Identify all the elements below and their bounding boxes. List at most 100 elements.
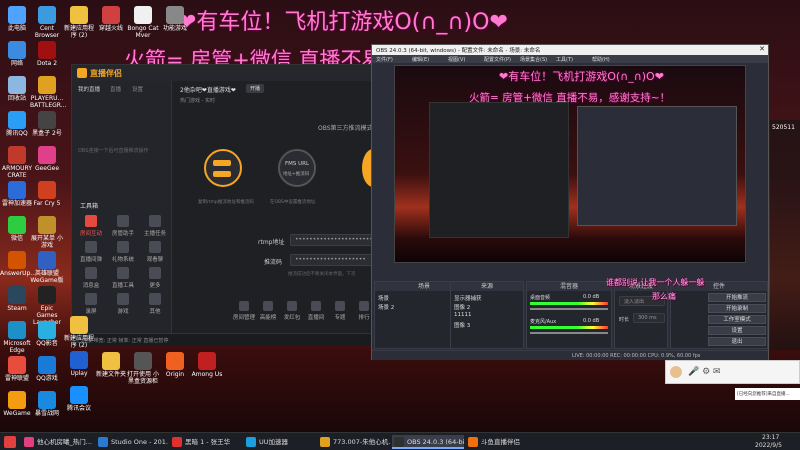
tab-settings[interactable]: 设置 — [132, 85, 143, 93]
tool-label: 录屏 — [85, 309, 97, 315]
scene-item[interactable]: 场景 2 — [378, 303, 394, 311]
desktop-icon[interactable]: WeGame — [0, 391, 34, 417]
obs-menu-item[interactable]: 工具(T) — [556, 56, 573, 63]
bottom-tool-button[interactable]: 直播间 — [304, 301, 328, 321]
desktop-icon[interactable]: Among Us — [190, 352, 224, 378]
tool-button[interactable]: 直播间弹 — [78, 241, 104, 263]
tool-button[interactable]: 游戏 — [110, 293, 136, 315]
tool-button[interactable]: 更多 — [142, 267, 168, 289]
obs-control-button[interactable]: 工作室模式 — [708, 315, 766, 324]
obs-menu-item[interactable]: 帮助(H) — [592, 56, 610, 63]
step-node-1 — [204, 149, 242, 187]
desktop-icon[interactable]: AnswerUp... — [0, 251, 36, 277]
desktop-icon-label: Cent Browser — [34, 25, 60, 39]
im-toast[interactable]: 🎤 ⚙ ✉ — [665, 360, 800, 384]
desktop-icon[interactable]: 暴雪战网 — [30, 391, 64, 417]
streaming-app-window[interactable]: 直播伴侣 我的直播 直播 设置 OBS连接一下后可直播推流操作 工具箱 房间互动… — [71, 64, 384, 346]
desktop-icon[interactable]: 新建文件夹 — [94, 352, 128, 378]
obs-control-button[interactable]: 开始推流 — [708, 293, 766, 302]
start-button-icon[interactable] — [4, 436, 16, 448]
tool-button[interactable]: 直播工具 — [110, 267, 136, 289]
tool-button[interactable]: 其他 — [142, 293, 168, 315]
obs-control-button[interactable]: 设置 — [708, 326, 766, 335]
desktop-icon[interactable]: 腾讯会议 — [62, 386, 96, 412]
obs-menu-item[interactable]: 场景集合(S) — [520, 56, 547, 63]
taskbar-item[interactable]: Studio One - 201... — [96, 435, 168, 449]
obs-close-icon[interactable]: ✕ — [759, 45, 765, 53]
tool-button[interactable]: 主播任务 — [142, 215, 168, 237]
source-item[interactable]: 图像 3 — [454, 321, 522, 329]
volume-slider[interactable] — [530, 332, 608, 334]
tool-button[interactable]: 观看聊 — [142, 241, 168, 263]
desktop-icon[interactable]: 新建应用程序 (2) — [62, 316, 96, 349]
start-live-button[interactable]: 开播 — [246, 84, 265, 93]
desktop-icon[interactable]: 黑盒子 2号 — [30, 111, 64, 137]
tool-button[interactable]: 消息盒 — [78, 267, 104, 289]
obs-window[interactable]: OBS 24.0.3 (64-bit, windows) - 配置文件: 未命名… — [371, 44, 769, 360]
desktop-icon[interactable]: 新建应用程序 (2) — [62, 6, 96, 39]
obs-menu-item[interactable]: 文件(F) — [376, 56, 393, 63]
app-icon — [38, 216, 56, 234]
desktop-icon[interactable]: Uplay — [62, 351, 96, 377]
desktop-icon[interactable]: 腾讯QQ — [0, 111, 34, 137]
desktop-icon[interactable]: ARMOURY CRATE — [0, 146, 34, 179]
source-item[interactable]: 图像 2 — [454, 303, 522, 311]
taskbar-item[interactable]: 黑暗 1 - 张王华 — [170, 435, 242, 449]
desktop-icon[interactable]: 英雄联盟WeGame版 — [30, 251, 64, 284]
desktop-icon[interactable]: 展开某单 小游戏 — [30, 216, 64, 249]
taskbar-item[interactable]: OBS 24.0.3 (64-bi... — [392, 435, 464, 449]
tab-my-live[interactable]: 我的直播 — [78, 85, 100, 93]
desktop-icon[interactable]: Epic Games Launcher — [30, 286, 64, 326]
desktop-icon[interactable]: 雷神联盟 — [0, 356, 34, 382]
volume-slider[interactable] — [530, 308, 608, 310]
taskbar-item[interactable]: 他心机房曦_热门... — [22, 435, 94, 449]
rtmp-field[interactable]: •••••••••••••••••••••• — [290, 234, 378, 246]
obs-menu-item[interactable]: 视图(V) — [448, 56, 465, 63]
copy-button-2[interactable] — [213, 171, 231, 177]
desktop-icon[interactable]: 穿越火线 — [94, 6, 128, 32]
desktop-icon[interactable]: Far Cry 5 — [30, 181, 64, 207]
desktop-icon[interactable]: 打开使用 小黑盒资源柜 — [126, 352, 160, 385]
obs-preview[interactable]: ❤有车位！飞机打游戏O(∩_∩)O❤ 火箭= 房管+微信 直播不易，感谢支持~！ — [394, 65, 746, 263]
desktop-icon[interactable]: 此电脑 — [0, 6, 34, 32]
taskbar-item[interactable]: UU加速器 — [244, 435, 316, 449]
app-icon — [102, 6, 120, 24]
desktop-icon[interactable]: GeeGee — [30, 146, 64, 172]
desktop-icon[interactable]: PLAYERU... BATTLEGR... — [30, 76, 66, 109]
source-item[interactable]: 显示器捕获 — [454, 294, 522, 302]
stream-key-field[interactable]: •••••••••••••••••••• — [290, 254, 378, 266]
desktop-icon[interactable]: 网络 — [0, 41, 34, 67]
desktop-icon[interactable]: Origin — [158, 352, 192, 378]
tool-button[interactable]: 房间互动 — [78, 215, 104, 237]
desktop-icon[interactable]: Steam — [0, 286, 34, 312]
bottom-tool-button[interactable]: 高能榜 — [256, 301, 280, 321]
obs-menu-item[interactable]: 编辑(E) — [412, 56, 429, 63]
obs-control-button[interactable]: 退出 — [708, 337, 766, 346]
obs-menu-item[interactable]: 配置文件(P) — [484, 56, 511, 63]
tool-button[interactable]: 礼物系统 — [110, 241, 136, 263]
desktop-icon[interactable]: Bongo Cat Mver — [126, 6, 160, 39]
bottom-tool-label: 房间管理 — [232, 315, 255, 321]
tool-button[interactable]: 房管助手 — [110, 215, 136, 237]
bottom-tool-button[interactable]: 房间管理 — [232, 301, 256, 321]
bottom-tool-button[interactable]: 发红包 — [280, 301, 304, 321]
tab-live[interactable]: 直播 — [110, 85, 121, 93]
desktop-icon[interactable]: 微信 — [0, 216, 34, 242]
desktop-icon[interactable]: 雷神加速器 — [0, 181, 34, 207]
desktop-icon[interactable]: Dota 2 — [30, 41, 64, 67]
scene-item[interactable]: 场景 — [378, 294, 389, 302]
desktop-icon[interactable]: Cent Browser — [30, 6, 64, 39]
desktop-icon[interactable]: Microsoft Edge — [0, 321, 34, 354]
taskbar-item[interactable]: 斗鱼直播伴侣 — [466, 435, 538, 449]
source-item[interactable]: 11111 — [454, 312, 522, 318]
copy-button-1[interactable] — [213, 160, 231, 166]
taskbar-item[interactable]: 773.007-朱他心机... — [318, 435, 390, 449]
duration-field[interactable]: 300 ms — [633, 313, 665, 323]
desktop-icon[interactable]: 回收站 — [0, 76, 34, 102]
desktop-icon[interactable]: QQ游戏 — [30, 356, 64, 382]
desktop-icon[interactable]: QQ影音 — [30, 321, 64, 347]
obs-control-button[interactable]: 开始录制 — [708, 304, 766, 313]
bottom-tool-button[interactable]: 专题 — [328, 301, 352, 321]
desktop-icon[interactable]: 功能游戏 — [158, 6, 192, 32]
tool-button[interactable]: 录屏 — [78, 293, 104, 315]
